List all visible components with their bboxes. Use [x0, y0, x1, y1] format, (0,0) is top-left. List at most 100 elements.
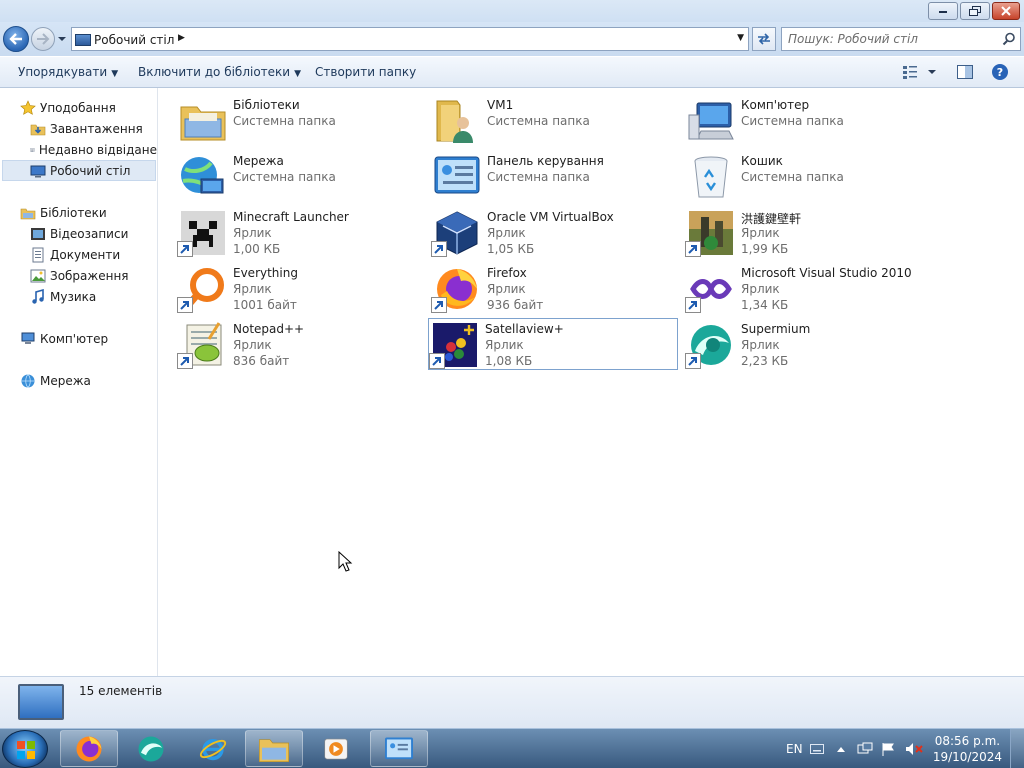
- show-desktop-button[interactable]: [1010, 729, 1024, 768]
- item-type: Ярлик: [487, 226, 526, 240]
- new-folder-button[interactable]: Створити папку: [315, 65, 416, 79]
- minimize-icon: [939, 11, 947, 13]
- desktop-icon: [30, 165, 46, 177]
- item-name: Кошик: [741, 154, 783, 168]
- organize-button[interactable]: Упорядкувати ▼: [18, 65, 118, 79]
- item-type: Ярлик: [233, 226, 272, 240]
- language-label: EN: [786, 742, 803, 756]
- address-path[interactable]: Робочий стіл: [94, 33, 174, 47]
- item-name: Мережа: [233, 154, 284, 168]
- svg-text:?: ?: [997, 66, 1003, 79]
- list-item-network[interactable]: Мережа Системна папка: [176, 150, 426, 202]
- sidebar-item-label: Мережа: [40, 373, 91, 388]
- star-icon: [20, 99, 36, 115]
- system-clock[interactable]: 08:56 p.m. 19/10/2024: [933, 733, 1002, 765]
- user-folder-icon: [436, 100, 473, 143]
- list-item-computer[interactable]: Комп'ютер Системна папка: [684, 94, 934, 146]
- organize-label: Упорядкувати: [18, 65, 108, 79]
- list-item-vm1[interactable]: VM1 Системна папка: [430, 94, 680, 146]
- list-item-notepadpp[interactable]: Notepad++ Ярлик 836 байт: [176, 318, 426, 370]
- videos-icon: [31, 227, 45, 240]
- sidebar-item-label: Завантаження: [50, 121, 143, 136]
- sidebar-item-recent-places[interactable]: Недавно відвідане: [0, 139, 157, 160]
- sidebar-item-label: Уподобання: [40, 100, 116, 115]
- taskbar-supermium[interactable]: [122, 730, 180, 767]
- music-icon: [32, 288, 44, 304]
- item-name: Satellaview+: [485, 322, 564, 336]
- taskbar-internet-explorer[interactable]: [184, 730, 242, 767]
- list-item-satellaview[interactable]: Satellaview+ Ярлик 1,08 КБ: [428, 318, 678, 370]
- volume-muted-icon[interactable]: [905, 729, 923, 768]
- taskbar-firefox[interactable]: [60, 730, 118, 767]
- details-pane: 15 елементів: [0, 676, 1024, 728]
- sidebar-item-videos[interactable]: Відеозаписи: [0, 223, 157, 244]
- back-button[interactable]: [3, 26, 29, 52]
- sidebar-item-pictures[interactable]: Зображення: [0, 265, 157, 286]
- address-box[interactable]: Робочий стіл ▶ ▼: [71, 27, 749, 51]
- recycle-bin-icon: [694, 156, 728, 198]
- change-view-button[interactable]: [901, 63, 941, 84]
- search-box[interactable]: [781, 27, 1021, 51]
- restore-icon: [969, 6, 981, 16]
- chevron-down-icon: ▼: [111, 69, 119, 79]
- item-type: Ярлик: [485, 338, 524, 352]
- sidebar-item-documents[interactable]: Документи: [0, 244, 157, 265]
- shortcut-arrow-icon: [177, 241, 193, 257]
- desktop-icon: [75, 34, 91, 46]
- sidebar-item-network[interactable]: Мережа: [0, 370, 157, 391]
- new-folder-label: Створити папку: [315, 65, 417, 79]
- item-size: 836 байт: [233, 354, 290, 368]
- media-player-icon: [324, 738, 348, 759]
- item-type: Ярлик: [233, 282, 272, 296]
- taskbar-explorer[interactable]: [245, 730, 303, 767]
- sidebar-item-computer[interactable]: Комп'ютер: [0, 328, 157, 349]
- help-button[interactable]: ?: [991, 63, 1009, 84]
- sidebar-item-libraries[interactable]: Бібліотеки: [0, 202, 157, 223]
- list-item-visual-studio[interactable]: Microsoft Visual Studio 2010 Ярлик 1,34 …: [684, 262, 934, 314]
- list-item-minecraft-launcher[interactable]: Minecraft Launcher Ярлик 1,00 КБ: [176, 206, 426, 258]
- view-options-icon: [903, 66, 936, 79]
- language-indicator[interactable]: EN: [786, 729, 803, 768]
- desktop-icon: [18, 684, 64, 720]
- taskbar-control-panel[interactable]: [370, 730, 428, 767]
- network-icon: [181, 157, 224, 194]
- recent-pages-dropdown[interactable]: [58, 35, 66, 43]
- list-item-virtualbox[interactable]: Oracle VM VirtualBox Ярлик 1,05 КБ: [430, 206, 680, 258]
- action-center-icon[interactable]: [857, 729, 873, 768]
- arrow-left-icon: [9, 33, 22, 45]
- preview-pane-button[interactable]: [956, 63, 974, 84]
- list-item-control-panel[interactable]: Панель керування Системна папка: [430, 150, 680, 202]
- search-icon[interactable]: [1002, 32, 1016, 46]
- list-item-everything[interactable]: Everything Ярлик 1001 байт: [176, 262, 426, 314]
- control-panel-icon: [434, 156, 480, 194]
- taskbar-media-player[interactable]: [307, 730, 365, 767]
- start-button[interactable]: [2, 730, 48, 768]
- minimize-button[interactable]: [928, 2, 958, 20]
- show-hidden-icons-button[interactable]: [836, 729, 846, 768]
- flag-icon[interactable]: [881, 729, 895, 768]
- list-item-libraries[interactable]: Бібліотеки Системна папка: [176, 94, 426, 146]
- list-item-supermium[interactable]: Supermium Ярлик 2,23 КБ: [684, 318, 934, 370]
- list-item-game[interactable]: 洪護鍵壁軒 Ярлик 1,99 КБ: [684, 206, 934, 258]
- list-item-firefox[interactable]: Firefox Ярлик 936 байт: [430, 262, 680, 314]
- item-name: Microsoft Visual Studio 2010: [741, 266, 912, 280]
- close-button[interactable]: [992, 2, 1020, 20]
- search-input[interactable]: [788, 29, 998, 49]
- refresh-button[interactable]: [752, 27, 776, 51]
- include-in-library-button[interactable]: Включити до бібліотеки ▼: [138, 65, 301, 79]
- restore-button[interactable]: [960, 2, 990, 20]
- keyboard-icon[interactable]: [810, 729, 824, 768]
- shortcut-arrow-icon: [431, 241, 447, 257]
- sidebar-item-desktop[interactable]: Робочий стіл: [2, 160, 156, 181]
- sidebar-item-downloads[interactable]: Завантаження: [0, 118, 157, 139]
- breadcrumb-arrow-icon[interactable]: ▶: [178, 33, 185, 43]
- documents-icon: [32, 247, 44, 262]
- close-icon: [1001, 6, 1011, 16]
- list-item-recycle-bin[interactable]: Кошик Системна папка: [684, 150, 934, 202]
- file-list: Бібліотеки Системна папка VM1 Системна п…: [159, 88, 1024, 676]
- address-dropdown-icon[interactable]: ▼: [737, 33, 744, 43]
- sidebar-item-favorites[interactable]: Уподобання: [0, 97, 157, 118]
- item-name: Notepad++: [233, 322, 305, 336]
- sidebar-item-music[interactable]: Музика: [0, 286, 157, 307]
- forward-button[interactable]: [31, 27, 55, 51]
